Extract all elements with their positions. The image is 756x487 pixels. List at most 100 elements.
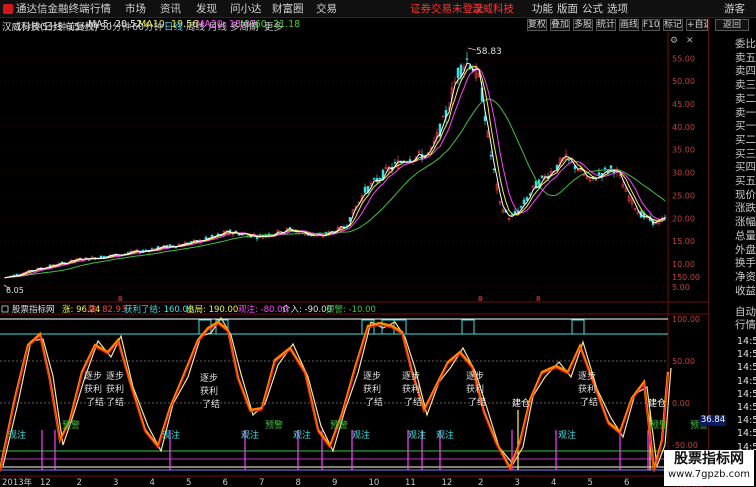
date-tick: 5 — [186, 478, 191, 487]
sidebar-tab[interactable]: 卖五 — [735, 52, 756, 65]
back-button[interactable]: 返回 — [715, 19, 749, 31]
sidebar-tab[interactable]: 收益 — [735, 285, 756, 298]
tab-60min[interactable]: 60分钟 — [132, 19, 163, 33]
date-tick: 8 — [296, 478, 301, 487]
signal-label: 了结 — [404, 396, 422, 408]
sidebar-tab[interactable]: 卖二 — [735, 93, 756, 106]
menu-formula[interactable]: 公式 — [582, 1, 603, 16]
app-title: 通达信金融终端 — [16, 3, 90, 15]
tab-monthly[interactable]: 月线 — [208, 19, 227, 33]
signal-label: 获利 — [363, 383, 381, 395]
candle-body — [525, 197, 529, 201]
sidebar-tab[interactable]: 买二 — [735, 134, 756, 147]
sidebar-lower-tab[interactable]: 自动 — [735, 306, 756, 319]
date-tick: 11 — [405, 478, 416, 487]
candle-body — [393, 162, 397, 164]
signal-label: 逐步 — [578, 371, 596, 382]
menu-layout[interactable]: 版面 — [557, 1, 578, 16]
event-marker-icon[interactable]: 8 — [118, 295, 122, 303]
tab-weekly[interactable]: 周线 — [186, 19, 205, 33]
sidebar-tab[interactable]: 外盘 — [735, 244, 756, 257]
signal-label: 预警 — [330, 419, 348, 431]
menu-wealth[interactable]: 财富圈 — [272, 1, 304, 16]
tab-30min[interactable]: 30分钟 — [100, 19, 131, 33]
sidebar-tab[interactable]: 卖三 — [735, 79, 756, 92]
date-tick: 4 — [150, 478, 155, 487]
add-watchlist-button[interactable]: +自选 — [686, 19, 713, 31]
date-tick: 4 — [551, 478, 556, 487]
menu-quotes[interactable]: 行情 — [90, 1, 111, 16]
signal-label: 获利 — [84, 383, 102, 395]
menu-options[interactable]: 选项 — [607, 1, 628, 16]
sidebar-lower-tab[interactable]: 行情 — [735, 319, 756, 332]
sidebar-tab[interactable]: 涨跌 — [735, 202, 756, 215]
tab-multi-period[interactable]: 多周期 — [230, 19, 259, 33]
high-price-label: 58.83 — [476, 47, 502, 57]
guest-user[interactable]: 游客 — [724, 1, 745, 16]
signal-label: 逐步 — [84, 371, 102, 382]
date-tick: 3 — [515, 478, 520, 487]
candle-body — [489, 154, 493, 157]
signal-label: 观注 — [162, 429, 180, 441]
signal-label: 逐步 — [106, 371, 124, 382]
menu-discover[interactable]: 发现 — [196, 1, 217, 16]
low-price-label: 6.05 — [6, 286, 24, 295]
signal-label: 预警 — [265, 419, 283, 431]
sidebar-tab[interactable]: 买一 — [735, 120, 756, 133]
draw-line-button[interactable]: 画线 — [619, 19, 639, 31]
candle-body — [210, 234, 214, 238]
date-tick: 12 — [40, 478, 51, 487]
indicator-tick: 0.00 — [672, 399, 690, 408]
settings-icon[interactable]: ⚙ — [670, 36, 678, 46]
price-tick: 40.00 — [672, 123, 695, 132]
signal-label: 了结 — [468, 396, 486, 408]
candle-body — [609, 165, 613, 169]
candle-body — [363, 186, 367, 193]
menu-functions[interactable]: 功能 — [532, 1, 553, 16]
sidebar-tab[interactable]: 买三 — [735, 148, 756, 161]
stock-short-name: 汉威科技 — [472, 3, 514, 15]
menu-news[interactable]: 资讯 — [160, 1, 181, 16]
sidebar-tab[interactable]: 涨幅 — [735, 216, 756, 229]
candle-body — [216, 233, 220, 236]
candle-body — [372, 178, 376, 180]
tab-more[interactable]: 更多 — [264, 19, 283, 33]
signal-label: 观注 — [408, 429, 426, 441]
sidebar-tab[interactable]: 卖一 — [735, 107, 756, 120]
sidebar-tab[interactable]: 买四 — [735, 161, 756, 174]
f10-button[interactable]: F10 — [642, 19, 660, 31]
stats-button[interactable]: 统计 — [596, 19, 616, 31]
sidebar-tab[interactable]: 买五 — [735, 175, 756, 188]
signal-label: 观注 — [352, 429, 370, 441]
candle-body — [513, 211, 517, 214]
event-marker-icon[interactable]: 8 — [536, 295, 540, 303]
tab-1min[interactable]: 1分钟 — [16, 19, 41, 33]
menu-ask[interactable]: 问小达 — [230, 1, 262, 16]
date-tick: 3 — [113, 478, 118, 487]
sidebar-tab[interactable]: 现价 — [735, 189, 756, 202]
low-annotation: 6.05 — [3, 284, 24, 295]
signal-label: 获利 — [402, 383, 420, 395]
sidebar-tab[interactable]: 委比 — [735, 38, 756, 51]
tab-daily[interactable]: 日线 — [164, 19, 183, 33]
event-marker-icon[interactable]: 8 — [478, 295, 482, 303]
sidebar-tab[interactable]: 总量 — [735, 230, 756, 243]
sidebar-tab[interactable]: 换手 — [735, 257, 756, 270]
mark-button[interactable]: 标记 — [663, 19, 683, 31]
multi-stock-button[interactable]: 多股 — [573, 19, 593, 31]
overlay-button[interactable]: 叠加 — [550, 19, 570, 31]
sidebar-tab[interactable]: 卖四 — [735, 65, 756, 78]
watermark-title: 股票指标网 — [674, 451, 744, 467]
tab-5min[interactable]: 5分钟 — [42, 19, 67, 33]
restore-rights-button[interactable]: 复权 — [527, 19, 547, 31]
sidebar-tab[interactable]: 净资 — [735, 271, 756, 284]
tab-15min[interactable]: 15分钟 — [68, 19, 99, 33]
candle-body — [510, 214, 514, 216]
close-icon[interactable]: ✕ — [686, 36, 694, 46]
menu-trade[interactable]: 交易 — [316, 1, 337, 16]
menu-market[interactable]: 市场 — [125, 1, 146, 16]
signal-label: 了结 — [202, 398, 220, 410]
kline-chart[interactable]: 55.0050.0045.0040.0035.0030.0025.0020.00… — [0, 32, 708, 487]
candle-body — [456, 67, 460, 78]
signal-label: 了结 — [106, 396, 124, 408]
